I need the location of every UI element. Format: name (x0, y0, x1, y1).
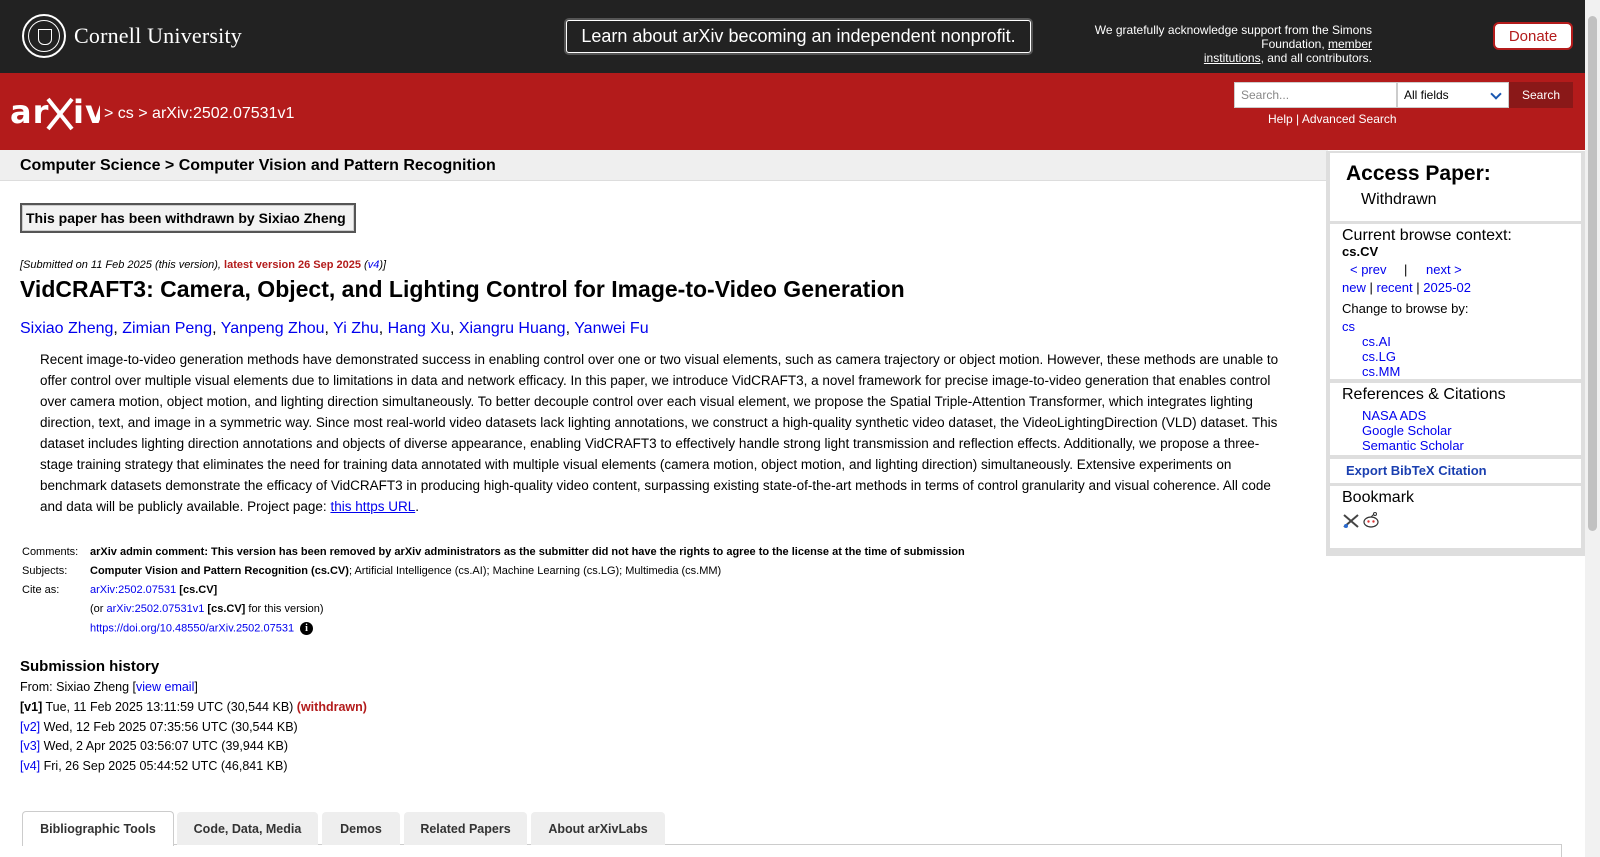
svg-text:iv: iv (73, 93, 100, 131)
references-title: References & Citations (1342, 386, 1506, 403)
export-bibtex-link[interactable]: Export BibTeX Citation (1346, 463, 1487, 478)
bookmark-title: Bookmark (1342, 489, 1415, 506)
arxiv-header: ar iv > cs > arXiv:2502.07531v1 All fiel… (0, 73, 1585, 150)
cornell-name: Cornell University (74, 23, 242, 48)
version-v1: [v1] Tue, 11 Feb 2025 13:11:59 UTC (30,5… (20, 700, 367, 714)
cornell-seal-icon (22, 14, 66, 58)
author-link[interactable]: Yanpeng Zhou (221, 320, 325, 337)
author-link[interactable]: Sixiao Zheng (20, 320, 113, 337)
author-link[interactable]: Yi Zhu (333, 320, 379, 337)
browse-links: new | recent | 2025-02 (1342, 280, 1471, 295)
tab-code-data-media[interactable]: Code, Data, Media (177, 812, 318, 845)
cornell-bar: Cornell University Learn about arXiv bec… (0, 0, 1585, 73)
breadcrumb: > cs > arXiv:2502.07531v1 (104, 105, 295, 122)
withdrawn-flag: (withdrawn) (296, 700, 367, 714)
browse-cs-lg-link[interactable]: cs.LG (1362, 349, 1396, 364)
access-status: Withdrawn (1361, 191, 1437, 208)
tab-panel (22, 844, 1562, 857)
export-box: Export BibTeX Citation (1330, 459, 1581, 483)
cite-version-link[interactable]: arXiv:2502.07531v1 (107, 603, 205, 615)
bookmark-box: Bookmark (1330, 486, 1581, 548)
authors-list: Sixiao Zheng, Zimian Peng, Yanpeng Zhou,… (20, 320, 649, 337)
search-field-select[interactable]: All fields (1397, 82, 1509, 108)
donate-button[interactable]: Donate (1493, 22, 1573, 50)
cornell-logo[interactable]: Cornell University (22, 14, 242, 58)
chevron-down-icon (1490, 88, 1502, 100)
tab-bibliographic-tools[interactable]: Bibliographic Tools (22, 811, 174, 846)
author-link[interactable]: Yanwei Fu (574, 320, 648, 337)
tab-demos[interactable]: Demos (322, 812, 400, 845)
version-v3-link[interactable]: [v3] (20, 739, 40, 753)
prev-link[interactable]: < prev (1350, 262, 1387, 277)
month-link[interactable]: 2025-02 (1423, 280, 1471, 295)
version-v4: [v4] Fri, 26 Sep 2025 05:44:52 UTC (46,8… (20, 759, 288, 773)
arxiv-logo-icon: ar iv (10, 93, 106, 131)
tab-related-papers[interactable]: Related Papers (404, 812, 527, 845)
version-v3: [v3] Wed, 2 Apr 2025 03:56:07 UTC (39,94… (20, 739, 288, 753)
comments-value: arXiv admin comment: This version has be… (90, 546, 965, 558)
context-value: cs.CV (1342, 244, 1379, 259)
subheader: Computer Science > Computer Vision and P… (0, 150, 1328, 181)
browse-context-box: Current browse context: cs.CV < prev | n… (1330, 224, 1581, 379)
header-links: Help | Advanced Search (1268, 112, 1397, 126)
change-browse-title: Change to browse by: (1342, 301, 1469, 316)
withdrawn-notice: This paper has been withdrawn by Sixiao … (20, 203, 356, 233)
search-input[interactable] (1234, 82, 1397, 108)
browse-cs-link[interactable]: cs (1342, 319, 1355, 334)
submitter-line: From: Sixiao Zheng [view email] (20, 680, 198, 694)
latest-version-link[interactable]: v4 (368, 259, 380, 271)
author-link[interactable]: Zimian Peng (122, 320, 212, 337)
arxiv-logo[interactable]: ar iv (10, 93, 106, 142)
project-page-link[interactable]: this https URL (330, 499, 415, 514)
view-email-link[interactable]: view email (136, 680, 194, 694)
references-box: References & Citations NASA ADS Google S… (1330, 383, 1581, 455)
breadcrumb-cs[interactable]: cs (118, 105, 134, 122)
svg-text:ar: ar (10, 93, 49, 131)
info-icon[interactable]: i (300, 622, 314, 635)
scrollbar-thumb[interactable] (1588, 16, 1597, 531)
author-link[interactable]: Hang Xu (388, 320, 450, 337)
category-heading: Computer Science > Computer Vision and P… (20, 157, 496, 174)
nasa-ads-link[interactable]: NASA ADS (1362, 408, 1426, 423)
recent-link[interactable]: recent (1377, 280, 1413, 295)
context-title: Current browse context: (1342, 227, 1512, 244)
access-paper-box: Access Paper: Withdrawn (1330, 153, 1581, 221)
cite-id-link[interactable]: arXiv:2502.07531 (90, 584, 176, 596)
next-link[interactable]: next > (1426, 262, 1462, 277)
new-link[interactable]: new (1342, 280, 1366, 295)
access-paper-title: Access Paper: (1346, 162, 1491, 185)
dateline: [Submitted on 11 Feb 2025 (this version)… (20, 259, 387, 271)
reddit-icon[interactable] (1362, 511, 1380, 529)
advanced-search-link[interactable]: Advanced Search (1302, 112, 1397, 126)
submission-history-heading: Submission history (20, 658, 160, 675)
tab-about-arxivlabs[interactable]: About arXivLabs (531, 812, 665, 845)
nonprofit-banner-button[interactable]: Learn about arXiv becoming an independen… (566, 20, 1031, 53)
browse-cs-mm-link[interactable]: cs.MM (1362, 364, 1400, 379)
author-link[interactable]: Xiangru Huang (459, 320, 566, 337)
scrollbar[interactable] (1585, 0, 1600, 857)
breadcrumb-paper-id[interactable]: arXiv:2502.07531v1 (152, 105, 294, 122)
sidebar: Access Paper: Withdrawn Current browse c… (1326, 151, 1585, 556)
search-button[interactable]: Search (1509, 82, 1573, 108)
primary-subject: Computer Vision and Pattern Recognition … (90, 565, 349, 577)
version-v2: [v2] Wed, 12 Feb 2025 07:35:56 UTC (30,5… (20, 720, 298, 734)
help-link[interactable]: Help (1268, 112, 1293, 126)
version-v4-link[interactable]: [v4] (20, 759, 40, 773)
support-text: We gratefully acknowledge support from t… (1094, 23, 1372, 65)
paper-title: VidCRAFT3: Camera, Object, and Lighting … (20, 276, 905, 302)
semantic-scholar-link[interactable]: Semantic Scholar (1362, 438, 1464, 453)
google-scholar-link[interactable]: Google Scholar (1362, 423, 1452, 438)
bibsonomy-icon[interactable] (1342, 513, 1360, 529)
doi-link[interactable]: https://doi.org/10.48550/arXiv.2502.0753… (90, 622, 294, 634)
version-v2-link[interactable]: [v2] (20, 720, 40, 734)
abstract: Recent image-to-video generation methods… (40, 352, 1279, 514)
browse-cs-ai-link[interactable]: cs.AI (1362, 334, 1391, 349)
latest-version-label: latest version 26 Sep 2025 (224, 259, 361, 271)
